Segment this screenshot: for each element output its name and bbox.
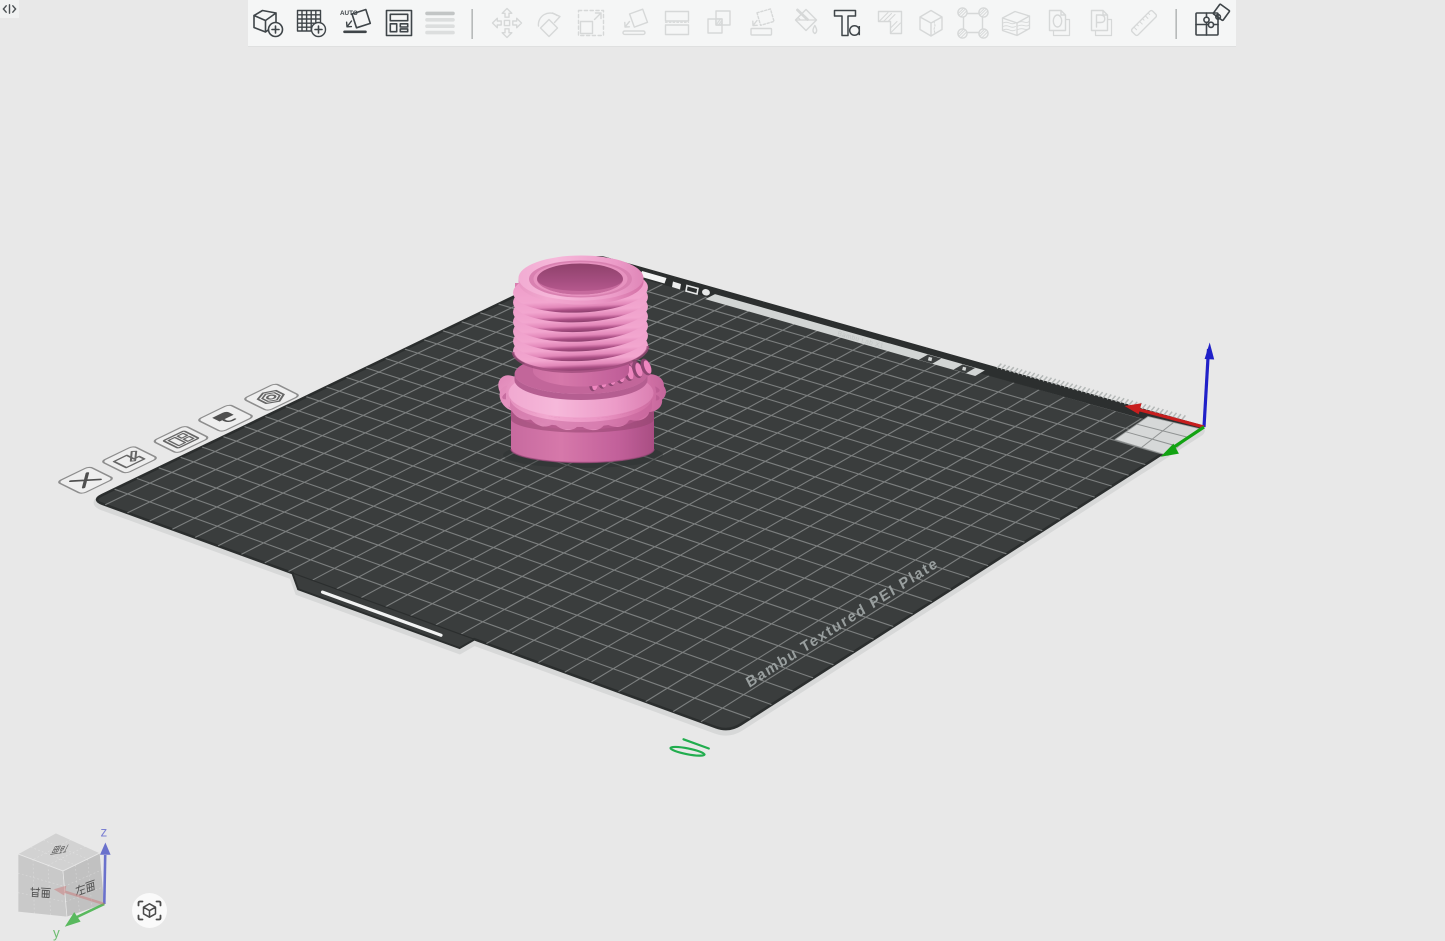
- svg-text:AUTO: AUTO: [340, 10, 358, 17]
- svg-text:y: y: [53, 926, 60, 941]
- svg-text:z: z: [101, 825, 108, 840]
